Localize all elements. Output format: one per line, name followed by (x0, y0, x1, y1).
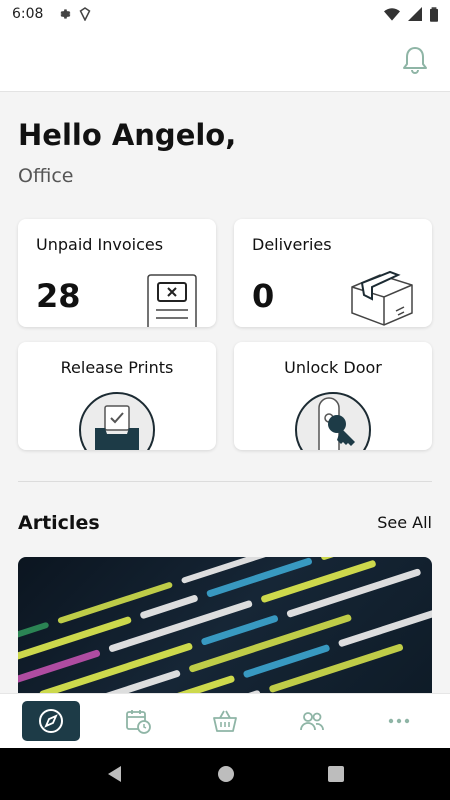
release-prints-card[interactable]: Release Prints (18, 342, 216, 450)
bell-icon[interactable] (400, 44, 430, 76)
status-time: 6:08 (12, 6, 44, 22)
basket-icon (213, 710, 237, 732)
battery-icon (430, 6, 438, 22)
nav-bookings[interactable] (109, 701, 167, 741)
release-prints-label: Release Prints (60, 358, 174, 377)
unpaid-invoices-card[interactable]: Unpaid Invoices 28 (18, 219, 216, 327)
nav-explore[interactable] (22, 701, 81, 741)
unpaid-invoices-value: 28 (36, 277, 81, 315)
unlock-door-card[interactable]: Unlock Door (234, 342, 432, 450)
print-tray-icon (95, 405, 139, 450)
system-nav-bar (0, 748, 450, 800)
location-shield-icon (79, 7, 91, 21)
release-prints-icon-circle (79, 392, 155, 450)
calendar-clock-icon (126, 710, 152, 734)
people-icon (299, 712, 324, 731)
nav-community[interactable] (283, 701, 341, 741)
deliveries-label: Deliveries (252, 235, 332, 254)
home-icon[interactable] (217, 765, 235, 783)
article-card-image[interactable] (18, 557, 432, 697)
deliveries-value: 0 (252, 277, 275, 315)
bottom-nav (0, 693, 450, 748)
back-icon[interactable] (106, 765, 124, 783)
nav-more[interactable] (370, 701, 428, 741)
unlock-door-icon-circle (295, 392, 371, 450)
code-image (18, 557, 432, 697)
greeting-title: Hello Angelo, (18, 118, 237, 152)
recents-icon[interactable] (327, 766, 344, 782)
unlock-door-label: Unlock Door (284, 358, 382, 377)
location-label: Office (18, 165, 74, 187)
package-icon (351, 270, 413, 326)
deliveries-card[interactable]: Deliveries 0 (234, 219, 432, 327)
app-header (0, 28, 450, 92)
nav-shop[interactable] (196, 701, 254, 741)
key-icon (318, 397, 355, 450)
signal-icon (408, 7, 422, 21)
articles-title: Articles (18, 512, 100, 534)
see-all-link[interactable]: See All (377, 513, 432, 532)
compass-icon (39, 709, 64, 733)
unpaid-invoices-label: Unpaid Invoices (36, 235, 164, 254)
more-icon (388, 718, 409, 724)
section-divider (18, 481, 432, 482)
settings-icon (60, 9, 71, 19)
wifi-icon (384, 8, 400, 21)
status-bar: 6:08 (0, 0, 450, 28)
invoice-icon (147, 274, 197, 327)
